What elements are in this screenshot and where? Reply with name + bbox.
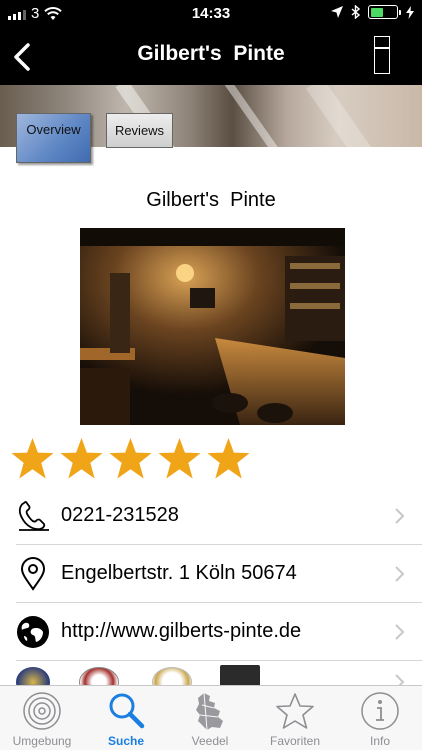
rating-star-icon <box>158 437 201 479</box>
phone-row[interactable]: 0221-231528 <box>16 487 422 545</box>
map-pin-icon <box>20 557 46 591</box>
tab-favoriten[interactable]: Favoriten <box>253 686 337 750</box>
tab-label: Info <box>369 734 390 748</box>
battery-icon <box>368 5 401 19</box>
rating-star-icon <box>109 437 152 479</box>
magnifier-icon <box>109 693 145 729</box>
tab-label: Veedel <box>191 734 229 748</box>
page-title: Gilbert's Pinte <box>137 42 285 65</box>
phone-number: 0221-231528 <box>61 504 179 526</box>
website-link: http://www.gilberts-pinte.de <box>61 620 302 642</box>
chevron-right-icon <box>395 508 405 524</box>
star-outline-icon <box>276 693 314 729</box>
chevron-right-icon <box>395 674 405 685</box>
place-name: Gilbert's Pinte <box>146 189 276 211</box>
charging-bolt-icon <box>406 5 414 19</box>
address-text: Engelbertstr. 1 Köln 50674 <box>61 562 297 584</box>
tab-label: Suche <box>107 734 144 748</box>
back-chevron-icon[interactable] <box>6 40 40 74</box>
rating-stars <box>11 437 250 480</box>
tab-umgebung[interactable]: Umgebung <box>0 686 84 750</box>
chevron-right-icon <box>395 566 405 582</box>
rating-star-icon <box>11 437 54 479</box>
tab-label: Favoriten <box>269 734 321 748</box>
place-photo <box>80 228 345 425</box>
brand-logo-icon <box>220 665 260 685</box>
brand-logos-row[interactable] <box>16 661 422 685</box>
navigation-bar: Gilbert's Pinte <box>0 28 422 85</box>
tab-info[interactable]: Info <box>338 686 422 750</box>
address-row[interactable]: Engelbertstr. 1 Köln 50674 <box>16 545 422 603</box>
status-right <box>331 5 414 19</box>
tab-reviews[interactable]: Reviews <box>106 113 173 148</box>
brand-logo-icon <box>152 667 192 685</box>
website-row[interactable]: http://www.gilberts-pinte.de <box>16 603 422 661</box>
tab-overview[interactable]: Overview <box>16 113 91 163</box>
drink-glass-icon[interactable] <box>374 36 390 74</box>
tab-label: Umgebung <box>12 734 72 748</box>
location-arrow-icon <box>331 6 343 18</box>
chevron-right-icon <box>395 624 405 640</box>
district-map-icon <box>196 692 223 731</box>
info-icon <box>361 692 399 730</box>
status-bar: 3 14:33 <box>0 0 422 28</box>
brand-logo-icon <box>79 667 119 685</box>
phone-icon <box>18 500 49 531</box>
tab-suche[interactable]: Suche <box>84 686 168 750</box>
bluetooth-icon <box>351 5 360 19</box>
rating-star-icon <box>60 437 103 479</box>
tab-veedel[interactable]: Veedel <box>168 686 252 750</box>
radar-icon <box>23 692 61 730</box>
bottom-tab-bar: Umgebung Suche Veedel Favoriten Info <box>0 685 422 750</box>
rating-star-icon <box>207 437 250 479</box>
brand-logo-icon <box>16 667 50 685</box>
globe-icon <box>17 616 49 648</box>
